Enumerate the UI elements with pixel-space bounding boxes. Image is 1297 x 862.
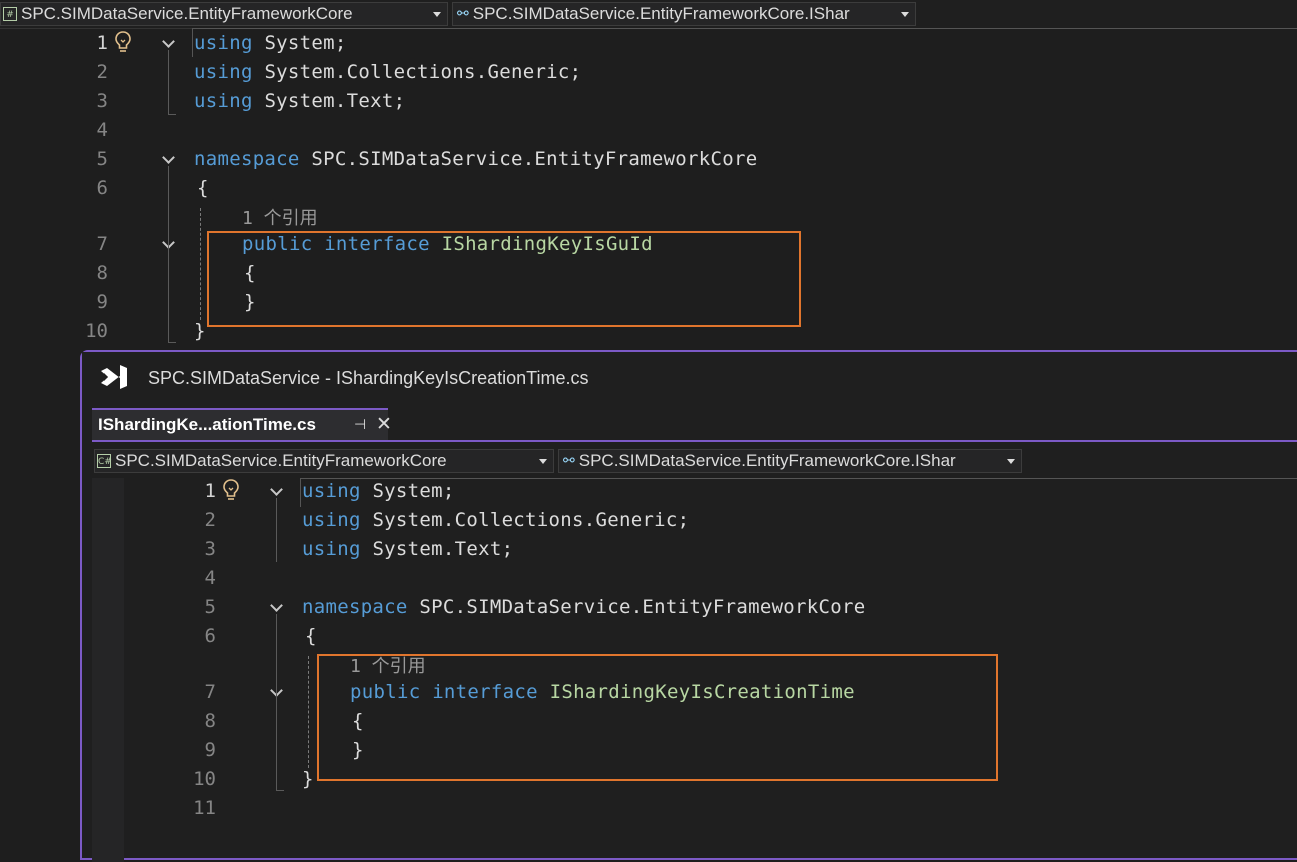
fold-chevron-icon[interactable] [271, 485, 281, 495]
code-line: using System; [194, 32, 347, 54]
window-navigation-bar: C# SPC.SIMDataService.EntityFrameworkCor… [92, 448, 1297, 476]
member-link-icon: ⚯ [563, 453, 575, 469]
code-line: using System.Text; [302, 538, 514, 560]
code-line: namespace SPC.SIMDataService.EntityFrame… [194, 148, 758, 170]
chevron-down-icon [539, 459, 547, 464]
line-number: 9 [96, 291, 108, 313]
highlight-box [207, 231, 801, 327]
pin-icon[interactable]: ⊣ [354, 416, 366, 433]
top-code-editor[interactable]: 1 2 3 4 5 6 7 8 9 10 using System; using… [0, 28, 1297, 350]
line-number: 4 [96, 119, 108, 141]
line-number: 1 [204, 480, 216, 502]
fold-chevron-icon[interactable] [271, 601, 281, 611]
line-number: 2 [204, 509, 216, 531]
fold-guide [168, 166, 169, 342]
line-number: 1 [96, 32, 108, 54]
code-line: } [302, 768, 314, 790]
line-number: 6 [204, 625, 216, 647]
code-line: using System.Text; [194, 90, 406, 112]
line-number: 8 [204, 710, 216, 732]
window-title: SPC.SIMDataService - IShardingKeyIsCreat… [148, 368, 589, 388]
code-line: namespace SPC.SIMDataService.EntityFrame… [302, 596, 866, 618]
fold-guide [276, 790, 284, 791]
project-dropdown-label: SPC.SIMDataService.EntityFrameworkCore [21, 4, 353, 23]
project-dropdown[interactable]: C# SPC.SIMDataService.EntityFrameworkCor… [94, 449, 554, 473]
line-number: 10 [193, 768, 216, 790]
line-number: 10 [85, 320, 108, 342]
tab-ishardingkeyiscreationtime[interactable]: IShardingKe...ationTime.cs ⊣ ✕ [92, 408, 392, 440]
type-dropdown-label: SPC.SIMDataService.EntityFrameworkCore.I… [578, 451, 956, 470]
code-line: { [305, 625, 317, 647]
line-number: 9 [204, 739, 216, 761]
fold-guide [168, 50, 169, 114]
document-tab-strip: IShardingKe...ationTime.cs ⊣ ✕ [92, 408, 1297, 442]
tab-label: IShardingKe...ationTime.cs [98, 415, 316, 434]
fold-guide [168, 342, 176, 343]
line-number: 11 [193, 797, 216, 819]
member-link-icon: ⚯ [457, 6, 469, 22]
line-number: 7 [204, 681, 216, 703]
csharp-file-icon: # [3, 7, 17, 21]
lightbulb-icon[interactable] [114, 30, 132, 54]
highlight-box [317, 654, 998, 781]
code-line: using System.Collections.Generic; [194, 61, 582, 83]
reference-count-codelens[interactable]: 1 个引用 [242, 204, 318, 230]
code-line: using System; [302, 480, 455, 502]
code-line: } [194, 320, 206, 342]
close-icon[interactable]: ✕ [376, 413, 392, 436]
lightbulb-icon[interactable] [222, 478, 240, 502]
type-dropdown-label: SPC.SIMDataService.EntityFrameworkCore.I… [472, 4, 850, 23]
fold-guide [276, 614, 277, 790]
type-dropdown[interactable]: ⚯ SPC.SIMDataService.EntityFrameworkCore… [558, 449, 1022, 473]
csharp-file-icon: C# [97, 454, 112, 468]
line-number: 2 [96, 61, 108, 83]
indent-guide [308, 656, 309, 768]
fold-chevron-icon[interactable] [163, 153, 173, 163]
line-number: 3 [204, 538, 216, 560]
chevron-down-icon [433, 12, 441, 17]
type-dropdown[interactable]: ⚯ SPC.SIMDataService.EntityFrameworkCore… [452, 2, 916, 26]
line-number: 4 [204, 567, 216, 589]
line-number: 5 [96, 148, 108, 170]
code-line: using System.Collections.Generic; [302, 509, 690, 531]
fold-guide [276, 498, 277, 562]
floating-document-window: SPC.SIMDataService - IShardingKeyIsCreat… [80, 350, 1297, 862]
project-dropdown-label: SPC.SIMDataService.EntityFrameworkCore [115, 451, 447, 470]
line-number: 3 [96, 90, 108, 112]
line-number: 7 [96, 233, 108, 255]
indent-guide [200, 208, 201, 320]
window-titlebar[interactable]: SPC.SIMDataService - IShardingKeyIsCreat… [82, 352, 1297, 402]
chevron-down-icon [901, 12, 909, 17]
window-code-editor[interactable]: 1 2 3 4 5 6 7 8 9 10 11 using System; us… [124, 478, 1297, 858]
visual-studio-logo-icon [101, 365, 127, 389]
chevron-down-icon [1007, 459, 1015, 464]
project-dropdown[interactable]: # SPC.SIMDataService.EntityFrameworkCore [0, 2, 448, 26]
editor-margin-strip [92, 478, 124, 862]
fold-chevron-icon[interactable] [163, 37, 173, 47]
line-number: 6 [96, 177, 108, 199]
fold-guide [168, 114, 176, 115]
line-number: 8 [96, 262, 108, 284]
line-number: 5 [204, 596, 216, 618]
top-navigation-bar: # SPC.SIMDataService.EntityFrameworkCore… [0, 0, 1297, 29]
code-line: { [197, 177, 209, 199]
current-line-highlight [192, 28, 1297, 57]
